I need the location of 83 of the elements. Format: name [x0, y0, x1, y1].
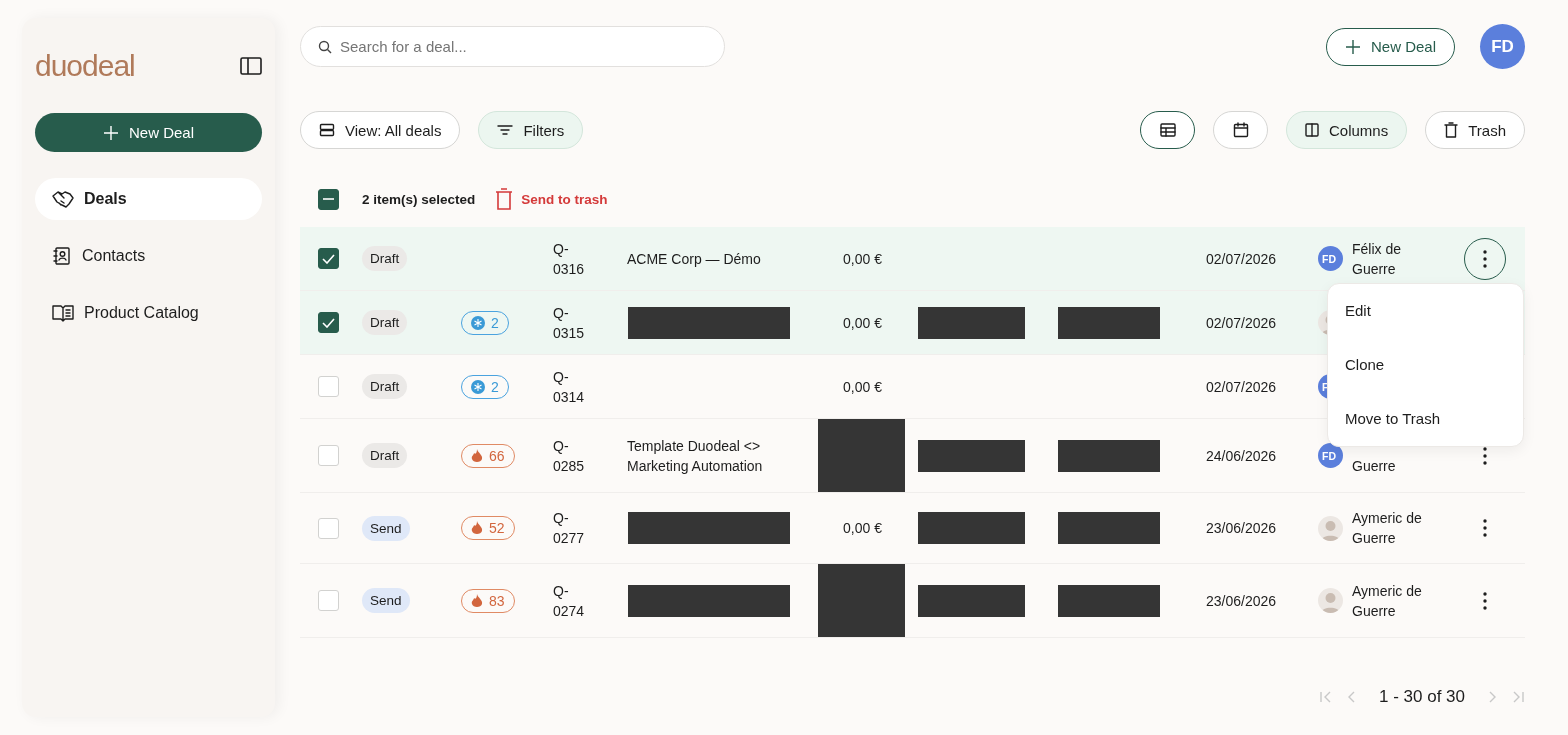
select-all-checkbox[interactable] — [318, 188, 339, 210]
owner-avatar: FD — [1318, 443, 1343, 468]
snowflake-icon — [471, 379, 485, 394]
deal-amount: 0,00 € — [843, 520, 882, 536]
new-deal-button[interactable]: New Deal — [35, 113, 262, 152]
deal-date: 02/07/2026 — [1206, 250, 1277, 267]
view-toggle-button[interactable] — [1140, 111, 1195, 149]
first-page-button[interactable] — [1319, 690, 1333, 704]
columns-icon — [1305, 123, 1319, 137]
owner-avatar — [1318, 515, 1343, 541]
flame-icon — [471, 593, 483, 608]
kebab-icon — [1482, 446, 1487, 465]
deal-amount: 0,00 € — [843, 314, 882, 331]
first-page-icon — [1319, 690, 1333, 704]
sidebar-toggle-button[interactable] — [240, 56, 262, 75]
check-icon — [322, 253, 335, 264]
sidebar-item[interactable]: Deals — [35, 178, 262, 220]
owner-name: Guerre — [1352, 456, 1396, 476]
calendar-icon — [1232, 122, 1249, 138]
panel-icon — [240, 56, 262, 75]
trash-button[interactable]: Trash — [1425, 111, 1525, 149]
deal-reference: Q- 0315 — [553, 303, 585, 343]
search-field[interactable]: Search for a deal... — [300, 26, 725, 67]
send-to-trash-button[interactable]: Send to trash — [495, 188, 608, 210]
filters-button[interactable]: Filters — [478, 111, 584, 149]
status-badge: Draft — [362, 443, 408, 468]
plus-icon — [1344, 38, 1361, 55]
book-icon — [52, 304, 74, 322]
kebab-icon — [1482, 519, 1487, 537]
kebab-icon — [1482, 249, 1487, 268]
sidebar-item[interactable]: Product Catalog — [35, 292, 262, 334]
deal-name: Template Duodeal <> Marketing Automation — [627, 436, 763, 476]
deal-date: 02/07/2026 — [1206, 314, 1277, 331]
owner-name: Aymeric de Guerre — [1352, 581, 1422, 621]
deal-amount: 0,00 € — [843, 378, 882, 395]
row-checkbox[interactable] — [318, 312, 339, 333]
last-page-icon — [1511, 690, 1525, 704]
deal-reference: Q- 0316 — [553, 239, 585, 279]
status-badge: Send — [362, 588, 410, 613]
owner-name: Félix de Guerre — [1352, 239, 1402, 279]
view-selector-button[interactable]: View: All deals — [300, 111, 461, 149]
kebab-icon — [1482, 591, 1487, 610]
user-avatar[interactable]: FD — [1480, 24, 1525, 69]
status-badge: Draft — [362, 246, 408, 271]
filter-icon — [497, 124, 514, 136]
owner-name: Aymeric de Guerre — [1352, 509, 1422, 548]
deal-date: 24/06/2026 — [1206, 447, 1277, 464]
table-icon — [1159, 123, 1176, 137]
menu-item[interactable]: Edit — [1328, 283, 1523, 338]
owner-avatar — [1318, 588, 1343, 613]
selection-count: 2 item(s) selected — [362, 191, 476, 207]
status-badge: Send — [362, 515, 410, 541]
new-deal-button[interactable]: New Deal — [1325, 27, 1455, 66]
logo-text: duodeal — [35, 48, 135, 83]
handshake-icon — [52, 190, 74, 208]
flame-icon — [471, 448, 483, 463]
deal-date: 02/07/2026 — [1206, 378, 1277, 395]
check-icon — [322, 317, 335, 328]
columns-button[interactable]: Columns — [1286, 111, 1408, 149]
sidebar-item[interactable]: Contacts — [35, 235, 262, 277]
page-range: 1 - 30 of 30 — [1379, 687, 1465, 707]
contact-book-icon — [52, 246, 72, 266]
status-badge: Draft — [362, 310, 408, 335]
deal-date: 23/06/2026 — [1206, 520, 1277, 536]
owner-avatar: FD — [1318, 246, 1343, 271]
deal-reference: Q- 0285 — [553, 436, 585, 476]
trash-icon — [495, 188, 514, 210]
deal-reference: Q- 0274 — [553, 581, 585, 621]
last-page-button[interactable] — [1511, 690, 1525, 704]
status-badge: Draft — [362, 374, 408, 399]
deal-date: 23/06/2026 — [1206, 592, 1277, 609]
search-icon — [318, 40, 332, 54]
deal-name: ACME Corp — Démo — [627, 249, 761, 269]
deal-reference: Q- 0277 — [553, 509, 585, 548]
deal-reference: Q- 0314 — [553, 367, 585, 407]
minus-icon — [323, 198, 334, 200]
stack-icon — [319, 123, 335, 137]
flame-icon — [471, 521, 483, 535]
row-checkbox[interactable] — [318, 248, 339, 269]
plus-icon — [103, 124, 119, 141]
snowflake-icon — [471, 315, 485, 330]
deal-amount: 0,00 € — [843, 250, 882, 267]
trash-icon — [1444, 122, 1459, 138]
